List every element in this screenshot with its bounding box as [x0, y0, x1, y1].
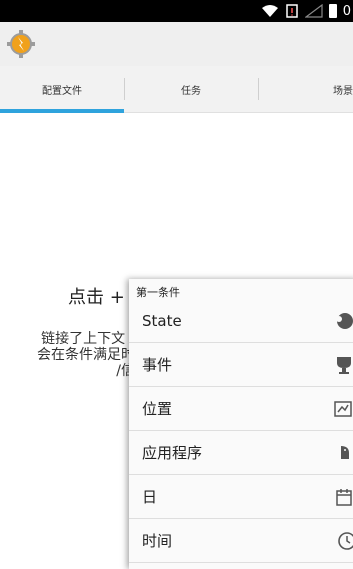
map-icon — [334, 401, 352, 417]
menu-item-label: 时间 — [142, 532, 173, 550]
status-bar: 0 — [0, 0, 353, 22]
android-icon — [341, 446, 349, 459]
menu-item-event[interactable]: 事件 — [129, 343, 353, 387]
help-line-1: 链接了上下文 ( — [41, 331, 135, 347]
menu-item-label: 位置 — [142, 400, 173, 418]
empty-prompt: 点击 + — [68, 287, 125, 308]
first-condition-popup: 第一条件 State 事件 位置 应用程序 日 时间 — [129, 279, 353, 569]
menu-item-time[interactable]: 时间 — [129, 519, 353, 563]
tab-scenes[interactable]: 场景 — [258, 66, 353, 112]
calendar-icon — [336, 489, 352, 506]
battery-icon — [328, 4, 337, 18]
clock-icon — [338, 532, 353, 550]
state-icon — [336, 313, 353, 329]
tab-tasks-label: 任务 — [181, 85, 201, 97]
signal-icon — [304, 4, 323, 18]
menu-item-label: 应用程序 — [142, 444, 203, 462]
app-gear-icon[interactable] — [6, 29, 36, 59]
menu-item-location[interactable]: 位置 — [129, 387, 353, 431]
trophy-icon — [337, 357, 351, 374]
help-line-3: /信 — [116, 363, 135, 379]
tab-profiles-label: 配置文件 — [42, 85, 82, 97]
tab-scenes-label: 场景 — [333, 85, 353, 97]
action-bar — [0, 22, 353, 66]
menu-item-label: 事件 — [142, 356, 173, 374]
tab-bar: 配置文件 任务 场景 — [0, 66, 353, 113]
empty-help-text: 链接了上下文 ( 会在条件满足时 /信 — [0, 331, 135, 379]
status-icons: 0 — [261, 0, 353, 22]
no-sim-icon — [285, 4, 298, 18]
condition-menu: State 事件 位置 应用程序 日 时间 — [129, 299, 353, 563]
menu-item-day[interactable]: 日 — [129, 475, 353, 519]
popup-title: 第一条件 — [136, 286, 180, 299]
tab-profiles[interactable]: 配置文件 — [0, 66, 124, 113]
menu-item-label: State — [142, 311, 182, 330]
tab-tasks[interactable]: 任务 — [124, 66, 258, 112]
menu-item-application[interactable]: 应用程序 — [129, 431, 353, 475]
menu-item-state[interactable]: State — [129, 299, 353, 343]
status-clock: 0 — [342, 3, 351, 19]
help-line-2: 会在条件满足时 — [37, 347, 135, 363]
menu-item-label: 日 — [142, 488, 158, 506]
wifi-icon — [261, 5, 278, 17]
